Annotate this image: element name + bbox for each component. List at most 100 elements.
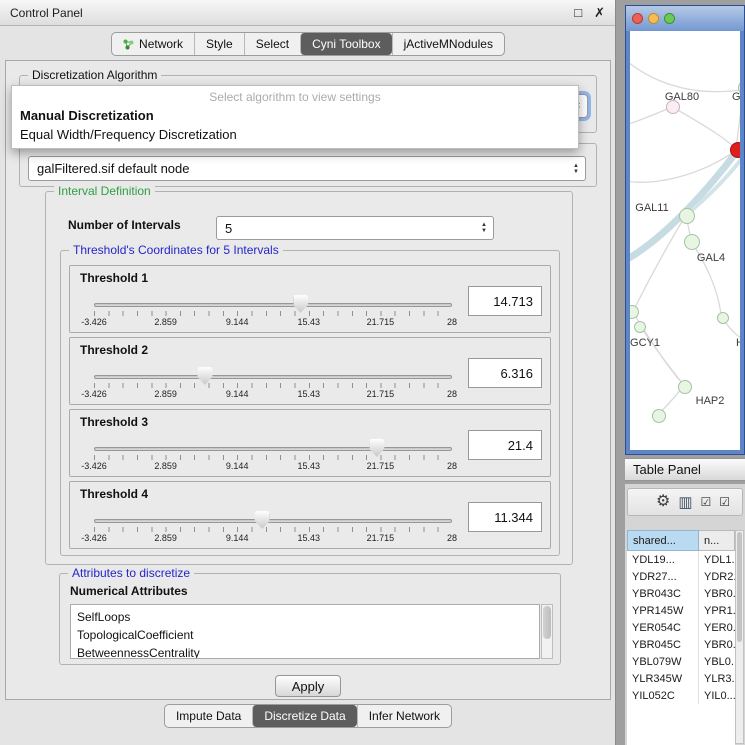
select-all-checkbox-icon[interactable]: ☑	[719, 496, 730, 508]
float-window-icon[interactable]: □	[574, 5, 582, 20]
numerical-attributes-list[interactable]: SelfLoopsTopologicalCoefficientBetweenne…	[70, 604, 540, 659]
dropdown-item-equal-width-frequency-discretization[interactable]: Equal Width/Frequency Discretization	[12, 125, 578, 144]
scale-tick-label: 21.715	[367, 461, 395, 471]
column-header-shared-name[interactable]: shared...	[627, 530, 699, 551]
gear-icon[interactable]: ⚙	[656, 494, 670, 510]
table-data-combobox[interactable]: galFiltered.sif default node ▲▼	[28, 156, 586, 181]
network-node[interactable]	[717, 312, 729, 324]
tab-label: Infer Network	[369, 709, 440, 723]
scale-tick-label: 21.715	[367, 533, 395, 543]
threshold-panel: Threshold 3 -3.4262.8599.14415.4321.7152…	[69, 409, 551, 477]
threshold-slider[interactable]: -3.4262.8599.14415.4321.71528	[94, 366, 452, 404]
threshold-label: Threshold 1	[80, 271, 148, 285]
threshold-slider[interactable]: -3.4262.8599.14415.4321.71528	[94, 294, 452, 332]
network-node[interactable]	[679, 208, 695, 224]
threshold-label: Threshold 4	[80, 487, 148, 501]
table-row[interactable]: YER054CYER0...	[627, 619, 735, 636]
scale-tick-label: 21.715	[367, 389, 395, 399]
threshold-panel: Threshold 4 -3.4262.8599.14415.4321.7152…	[69, 481, 551, 549]
bottom-tab-impute-data[interactable]: Impute Data	[165, 705, 252, 727]
attributes-scrollbar[interactable]	[541, 604, 553, 659]
network-node[interactable]	[634, 321, 646, 333]
control-panel-window: Control Panel □ ✗ NetworkStyleSelectCyni…	[0, 0, 616, 745]
scale-tick-label: 28	[447, 533, 457, 543]
tab-jactivemnodules[interactable]: jActiveMNodules	[392, 33, 504, 55]
minimize-traffic-light-icon[interactable]	[648, 13, 659, 24]
table-row[interactable]: YIL052CYIL0...	[627, 687, 735, 704]
tab-label: Discretize Data	[264, 709, 345, 723]
scale-tick-label: 21.715	[367, 317, 395, 327]
threshold-value-field[interactable]: 6.316	[468, 358, 542, 388]
threshold-value-field[interactable]: 21.4	[468, 430, 542, 460]
network-node[interactable]	[652, 409, 666, 423]
scale-tick-label: 2.859	[154, 389, 177, 399]
maximize-traffic-light-icon[interactable]	[664, 13, 675, 24]
column-header-name[interactable]: n...	[699, 530, 735, 551]
attribute-list-item[interactable]: TopologicalCoefficient	[77, 626, 539, 644]
table-cell: YPR145W	[627, 602, 699, 619]
interval-definition-group: Interval Definition Number of Intervals …	[45, 191, 573, 565]
attributes-to-discretize-group: Attributes to discretize Numerical Attri…	[59, 573, 561, 665]
table-row[interactable]: YBL079WYBL0...	[627, 653, 735, 670]
scale-tick-label: -3.426	[81, 461, 107, 471]
threshold-slider[interactable]: -3.4262.8599.14415.4321.71528	[94, 510, 452, 548]
slider-scale: -3.4262.8599.14415.4321.71528	[94, 533, 452, 544]
table-cell: YDR2...	[699, 568, 735, 585]
table-row[interactable]: YPR145WYPR1...	[627, 602, 735, 619]
scale-tick-label: 2.859	[154, 533, 177, 543]
scrollbar-thumb[interactable]	[737, 532, 742, 642]
network-node[interactable]	[730, 142, 740, 158]
node-table: shared... n... YDL19...YDL1...YDR27...YD…	[627, 530, 735, 745]
bottom-tab-row: Impute Data Discretize Data Infer Network	[0, 704, 616, 728]
threshold-slider[interactable]: -3.4262.8599.14415.4321.71528	[94, 438, 452, 476]
combo-stepper-icon: ▲▼	[477, 217, 491, 239]
tab-select[interactable]: Select	[244, 33, 300, 55]
bottom-tab-bar: Impute Data Discretize Data Infer Network	[164, 704, 452, 728]
table-cell: YIL052C	[627, 687, 699, 704]
table-data-value: galFiltered.sif default node	[37, 161, 189, 176]
table-row[interactable]: YBR045CYBR0...	[627, 636, 735, 653]
threshold-value-field[interactable]: 14.713	[468, 286, 542, 316]
network-canvas[interactable]: GAL80GAGAL11GAL4GCY1HHAP2	[630, 31, 740, 450]
table-cell: YBR0...	[699, 585, 735, 602]
table-row[interactable]: YDL19...YDL1...	[627, 551, 735, 568]
slider-ticks	[94, 527, 452, 532]
network-node[interactable]	[684, 234, 700, 250]
table-row[interactable]: YBR043CYBR0...	[627, 585, 735, 602]
tab-label: jActiveMNodules	[404, 37, 493, 51]
apply-button[interactable]: Apply	[275, 675, 341, 697]
window-title: Control Panel	[10, 6, 562, 20]
table-row[interactable]: YLR345WYLR3...	[627, 670, 735, 687]
columns-icon[interactable]: ▥	[678, 495, 692, 510]
network-node[interactable]	[678, 380, 692, 394]
dropdown-item-manual-discretization[interactable]: Manual Discretization	[12, 106, 578, 125]
slider-track	[94, 519, 452, 523]
table-row[interactable]: YDR27...YDR2...	[627, 568, 735, 585]
threshold-coordinates-label: Threshold's Coordinates for 5 Intervals	[69, 243, 283, 257]
tab-style[interactable]: Style	[194, 33, 244, 55]
network-window-titlebar[interactable]	[626, 6, 744, 31]
close-window-icon[interactable]: ✗	[594, 5, 605, 21]
tab-cyni-toolbox[interactable]: Cyni Toolbox	[300, 33, 391, 55]
node-label: GAL80	[665, 91, 699, 103]
scrollbar-thumb[interactable]	[543, 606, 551, 639]
attribute-list-item[interactable]: SelfLoops	[77, 608, 539, 626]
threshold-coordinates-group: Threshold's Coordinates for 5 Intervals …	[60, 250, 560, 556]
attribute-list-item[interactable]: BetweennessCentrality	[77, 644, 539, 659]
tab-network[interactable]: Network	[112, 33, 194, 55]
table-cell: YDL19...	[627, 551, 699, 568]
cyni-toolbox-panel: Discretization Algorithm ▲▼ Select algor…	[5, 60, 611, 700]
bottom-tab-discretize-data[interactable]: Discretize Data	[252, 705, 356, 727]
show-columns-checkbox-icon[interactable]: ☑	[701, 496, 712, 508]
table-scrollbar[interactable]	[735, 530, 744, 744]
close-traffic-light-icon[interactable]	[632, 13, 643, 24]
threshold-value-field[interactable]: 11.344	[468, 502, 542, 532]
scale-tick-label: 15.43	[298, 461, 321, 471]
node-label: GCY1	[630, 337, 660, 349]
table-data-group: Table Data galFiltered.sif default node …	[19, 143, 597, 187]
threshold-panel: Threshold 2 -3.4262.8599.14415.4321.7152…	[69, 337, 551, 405]
number-of-intervals-combobox[interactable]: 5 ▲▼	[216, 216, 494, 240]
bottom-tab-infer-network[interactable]: Infer Network	[357, 705, 451, 727]
numerical-attributes-label: Numerical Attributes	[70, 584, 188, 598]
algorithm-dropdown-popup: Select algorithm to view settings Manual…	[11, 85, 579, 149]
